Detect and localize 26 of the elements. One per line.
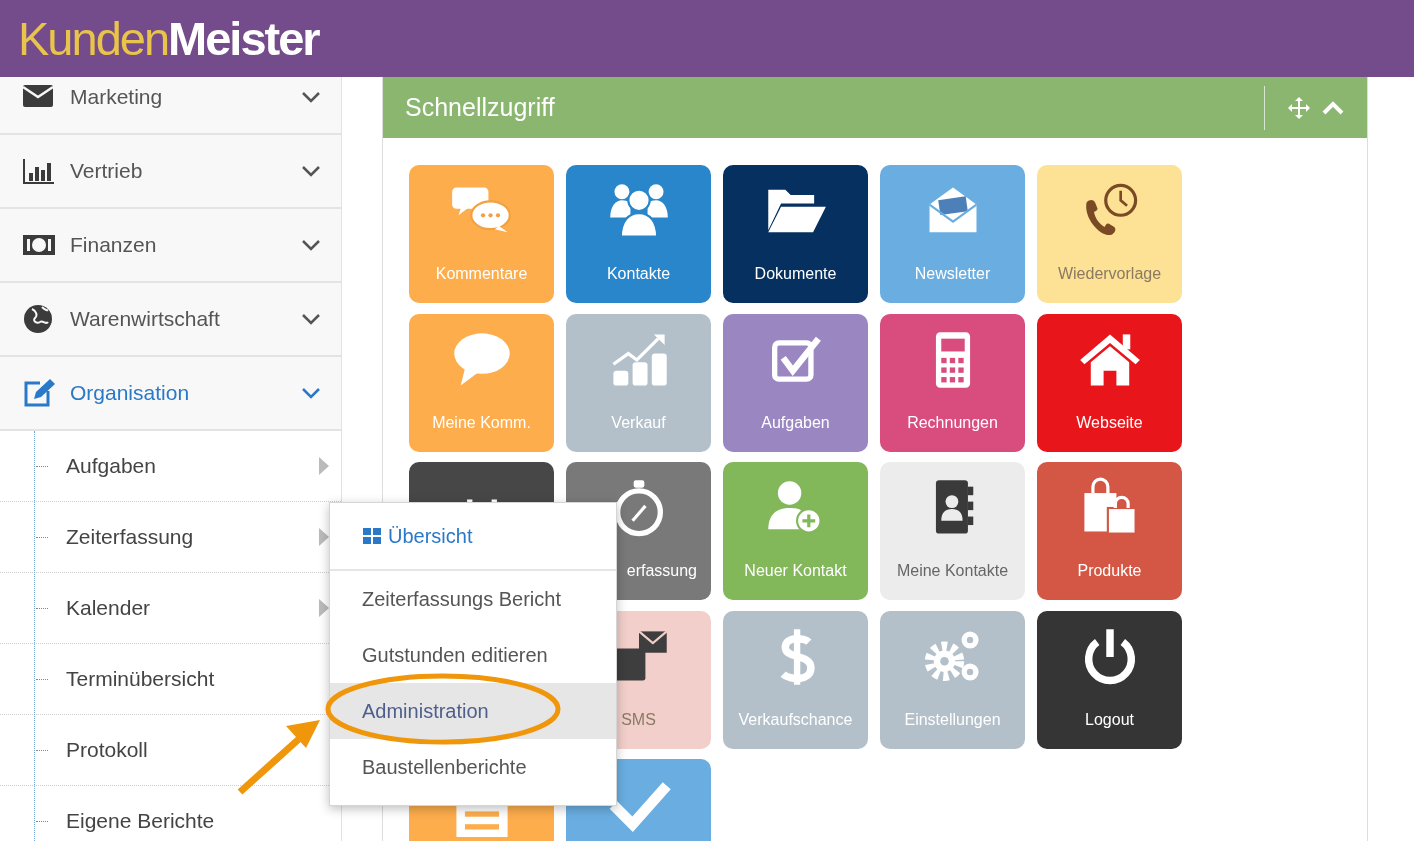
tile-button[interactable]: Produkte bbox=[1037, 462, 1182, 600]
move-icon[interactable] bbox=[1287, 95, 1311, 120]
tile-button[interactable]: Webseite bbox=[1037, 313, 1182, 452]
caret-right-icon bbox=[319, 457, 329, 475]
tile-button[interactable]: Aufgaben bbox=[723, 313, 868, 452]
menu-item[interactable]: Administration bbox=[330, 683, 616, 739]
tile-button[interactable]: Logout bbox=[1037, 610, 1182, 749]
tile-button[interactable]: Meine Kontakte bbox=[880, 462, 1025, 600]
logo: KundenMeister bbox=[18, 15, 319, 62]
tile-button[interactable]: Dokumente bbox=[723, 165, 868, 303]
grid-icon bbox=[362, 526, 382, 546]
chevron-down-icon bbox=[301, 312, 321, 326]
tile-button[interactable]: Kontakte bbox=[566, 165, 711, 303]
sidebar-item[interactable]: Marketing bbox=[0, 77, 341, 135]
chevron-down-icon bbox=[301, 238, 321, 252]
tile-button[interactable]: Wiedervorlage bbox=[1037, 165, 1182, 303]
sidebar-subitem[interactable]: Aufgaben bbox=[0, 431, 341, 502]
menu-item[interactable]: Übersicht bbox=[330, 503, 616, 571]
chevron-down-icon bbox=[301, 90, 321, 104]
chevron-down-icon bbox=[301, 164, 321, 178]
sidebar-item[interactable]: Finanzen bbox=[0, 209, 341, 283]
sidebar-item[interactable]: Vertrieb bbox=[0, 135, 341, 209]
tile-button[interactable]: Rechnungen bbox=[880, 313, 1025, 452]
sidebar-item[interactable]: Warenwirtschaft bbox=[0, 283, 341, 357]
panel-title: Schnellzugriff bbox=[405, 93, 556, 122]
chevron-down-icon bbox=[301, 386, 321, 400]
